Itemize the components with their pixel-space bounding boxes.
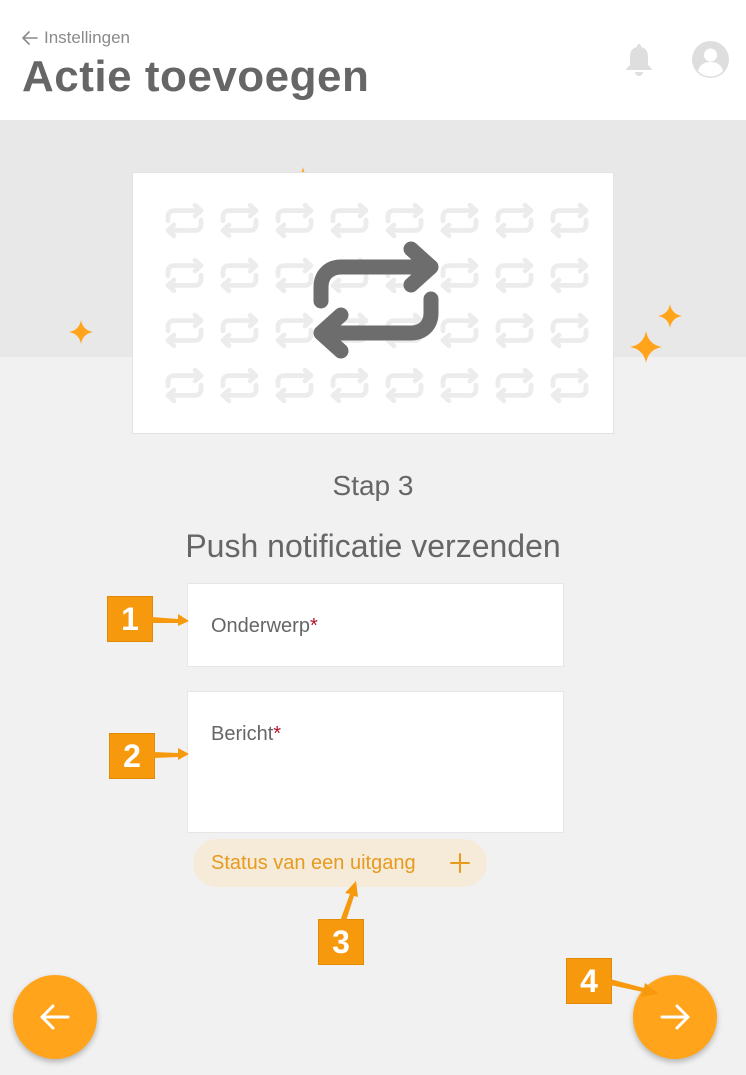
back-link-label[interactable]: Instellingen (44, 28, 130, 48)
page-title: Actie toevoegen (22, 52, 370, 101)
pattern-repeat-icon (495, 257, 534, 294)
annotation-pointer (340, 881, 358, 921)
message-label: Bericht* (211, 723, 282, 745)
pattern-repeat-icon (440, 367, 479, 404)
annotation-marker-3: 3 (318, 919, 364, 965)
required-asterisk: * (273, 723, 282, 745)
add-output-status-label: Status van een uitgang (211, 851, 416, 874)
subject-field[interactable]: Onderwerp* (187, 583, 564, 667)
pattern-repeat-icon (275, 312, 314, 349)
sparkle-icon (630, 331, 662, 363)
pattern-repeat-icon (275, 257, 314, 294)
pattern-repeat-icon (495, 202, 534, 239)
message-field[interactable]: Bericht* (187, 691, 564, 833)
annotation-marker-4: 4 (566, 958, 612, 1004)
pattern-repeat-icon (550, 202, 589, 239)
pattern-repeat-icon (220, 312, 259, 349)
pattern-repeat-icon (550, 367, 589, 404)
arrow-left-icon (22, 31, 38, 45)
pattern-repeat-icon (275, 367, 314, 404)
annotation-marker-1: 1 (107, 596, 153, 642)
pattern-repeat-icon (550, 312, 589, 349)
app-header: Instellingen Actie toevoegen (0, 0, 746, 120)
arrow-right-icon (660, 1004, 690, 1030)
step-label: Stap 3 (332, 470, 414, 501)
sparkle-icon (658, 304, 682, 328)
pattern-repeat-icon (165, 257, 204, 294)
sparkle-icon (69, 320, 93, 344)
pattern-repeat-icon (330, 202, 369, 239)
pattern-repeat-icon (220, 202, 259, 239)
pattern-repeat-icon (495, 312, 534, 349)
back-link[interactable]: Instellingen (22, 28, 130, 48)
annotation-pointer (154, 748, 189, 760)
pattern-repeat-icon (275, 202, 314, 239)
pattern-repeat-icon (440, 312, 479, 349)
pattern-repeat-icon (165, 202, 204, 239)
pattern-repeat-icon (220, 367, 259, 404)
pattern-repeat-icon (385, 367, 424, 404)
plus-icon (450, 853, 470, 873)
previous-step-button[interactable] (13, 975, 97, 1059)
subject-label: Onderwerp* (211, 615, 318, 637)
bell-icon[interactable] (623, 42, 655, 76)
pattern-repeat-icon (165, 367, 204, 404)
arrow-left-icon (40, 1004, 70, 1030)
step-title: Push notificatie verzenden (185, 528, 561, 564)
annotation-marker-2: 2 (109, 733, 155, 779)
repeat-arrows-icon (313, 241, 439, 359)
pattern-repeat-icon (550, 257, 589, 294)
pattern-repeat-icon (220, 257, 259, 294)
annotation-pointer (610, 979, 659, 997)
action-illustration (132, 172, 614, 434)
user-avatar-icon[interactable] (692, 41, 729, 78)
pattern-repeat-icon (495, 367, 534, 404)
pattern-repeat-icon (330, 367, 369, 404)
pattern-repeat-icon (165, 312, 204, 349)
annotation-pointer (152, 614, 189, 626)
pattern-repeat-icon (440, 257, 479, 294)
pattern-repeat-icon (440, 202, 479, 239)
required-asterisk: * (309, 615, 318, 637)
pattern-repeat-icon (385, 202, 424, 239)
